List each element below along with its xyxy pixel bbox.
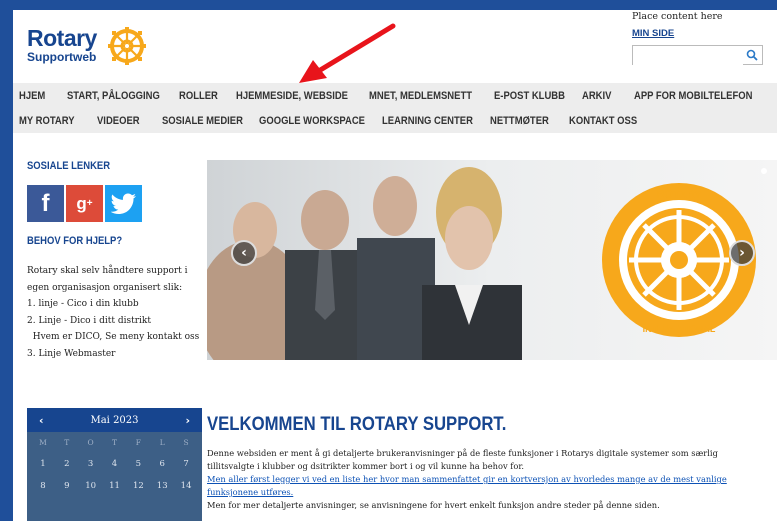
annotation-arrow [299, 23, 396, 83]
calendar-day[interactable]: 7 [174, 459, 198, 469]
help-line: Hvem er DICO, Se meny kontakt oss [27, 332, 200, 342]
svg-text:INTERNATIONAL: INTERNATIONAL [643, 324, 716, 334]
placeholder-text: Place content here [632, 11, 723, 22]
nav-item-mnet[interactable]: MNET, MEDLEMSNETT [369, 90, 472, 102]
calendar-weekday: T [64, 438, 70, 447]
intro-text: Denne websiden er ment å gi detaljerte b… [207, 447, 767, 512]
logo-wordmark: Rotary [27, 25, 97, 51]
calendar-day[interactable]: 8 [31, 481, 55, 491]
facebook-icon[interactable]: f [27, 185, 64, 222]
google-plus-icon[interactable]: g + [66, 185, 103, 222]
main-nav: HJEM START, PÅLOGGING ROLLER HJEMMESIDE,… [13, 83, 777, 133]
header-right: Place content here MIN SIDE [632, 11, 767, 68]
slider-image: ROTARY INTERNATIONAL [207, 160, 777, 360]
calendar-month-title: Mai 2023 [90, 414, 139, 426]
calendar-day[interactable]: 12 [126, 481, 150, 491]
page-title: VELKOMMEN TIL ROTARY SUPPORT. [207, 414, 507, 435]
calendar-weekday: O [87, 438, 94, 447]
help-text: Rotary skal selv håndtere support i egen… [27, 263, 202, 362]
calendar-header: ‹ Mai 2023 › [27, 408, 202, 432]
calendar-widget: ‹ Mai 2023 › M T O T F L S 1 2 3 4 5 6 7… [27, 408, 202, 521]
page: Rotary Supportweb Place content here MIN… [13, 10, 777, 521]
nav-item-hjem[interactable]: HJEM [19, 90, 45, 102]
nav-item-epost-klubb[interactable]: E-POST KLUBB [494, 90, 565, 102]
calendar-day[interactable]: 5 [126, 459, 150, 469]
nav-item-my-rotary[interactable]: MY ROTARY [19, 115, 75, 127]
nav-item-roller[interactable]: ROLLER [179, 90, 218, 102]
calendar-day[interactable]: 10 [79, 481, 103, 491]
hero-slider: ROTARY INTERNATIONAL ‹ › [207, 160, 777, 360]
calendar-day[interactable]: 9 [55, 481, 79, 491]
nav-item-hjemmeside[interactable]: HJEMMESIDE, WEBSIDE [236, 90, 348, 102]
nav-item-kontakt-oss[interactable]: KONTAKT OSS [569, 115, 637, 127]
nav-item-start-palogging[interactable]: START, PÅLOGGING [67, 90, 160, 102]
calendar-weekday: L [159, 438, 165, 447]
rotary-logo[interactable]: Rotary Supportweb [27, 25, 146, 65]
calendar-day[interactable]: 1 [31, 459, 55, 469]
nav-item-google-workspace[interactable]: GOOGLE WORKSPACE [259, 115, 365, 127]
help-line: 3. Linje Webmaster [27, 348, 116, 359]
search-box [632, 45, 763, 68]
nav-item-app[interactable]: APP FOR MOBILTELEFON [634, 90, 752, 102]
calendar-prev-button[interactable]: ‹ [39, 414, 44, 427]
nav-item-learning-center[interactable]: LEARNING CENTER [382, 115, 473, 127]
help-line: Rotary skal selv håndtere support i [27, 266, 188, 276]
intro-paragraph: Denne websiden er ment å gi detaljerte b… [207, 448, 718, 471]
nav-item-nettmoter[interactable]: NETTMØTER [490, 115, 549, 127]
social-links-heading: SOSIALE LENKER [27, 160, 111, 172]
calendar-next-button[interactable]: › [185, 414, 190, 427]
calendar-day[interactable]: 6 [150, 459, 174, 469]
calendar-day[interactable]: 4 [103, 459, 127, 469]
calendar-day[interactable]: 11 [103, 481, 127, 491]
nav-item-arkiv[interactable]: ARKIV [582, 90, 611, 102]
nav-item-videoer[interactable]: VIDEOER [97, 115, 140, 127]
help-line: egen organisasjon organisert slik: [27, 282, 183, 293]
quick-guide-link[interactable]: Men aller først legger vi ved en liste h… [207, 474, 727, 497]
slider-next-button[interactable]: › [729, 240, 755, 266]
search-input[interactable] [633, 49, 743, 68]
calendar-day[interactable]: 2 [55, 459, 79, 469]
min-side-link[interactable]: MIN SIDE [632, 28, 767, 39]
calendar-grid: M T O T F L S 1 2 3 4 5 6 7 8 9 10 11 12… [27, 432, 202, 491]
calendar-weekday: M [39, 438, 47, 447]
calendar-day[interactable]: 3 [79, 459, 103, 469]
calendar-weekday: F [135, 438, 141, 447]
logo-subtitle: Supportweb [27, 50, 97, 64]
slider-indicator-dot[interactable] [761, 168, 767, 174]
nav-item-sosiale-medier[interactable]: SOSIALE MEDIER [162, 115, 243, 127]
calendar-weekday: T [111, 438, 117, 447]
help-heading: BEHOV FOR HJELP? [27, 235, 123, 247]
search-icon[interactable] [746, 49, 758, 61]
svg-text:ROTARY: ROTARY [656, 189, 702, 201]
calendar-day[interactable]: 13 [150, 481, 174, 491]
calendar-day[interactable]: 14 [174, 481, 198, 491]
detail-paragraph: Men for mer detaljerte anvisninger, se a… [207, 500, 660, 510]
twitter-icon[interactable] [105, 185, 142, 222]
help-line: 2. Linje - Dico i ditt distrikt [27, 315, 151, 326]
slider-prev-button[interactable]: ‹ [231, 240, 257, 266]
calendar-weekday: S [183, 438, 189, 447]
help-line: 1. linje - Cico i din klubb [27, 299, 139, 309]
rotary-wheel-icon [108, 27, 146, 65]
